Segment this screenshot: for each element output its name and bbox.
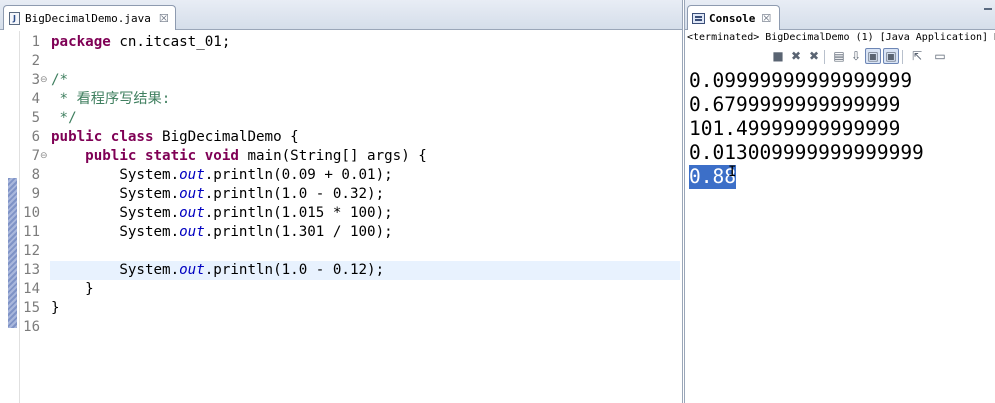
line-number: 6	[31, 129, 40, 145]
text-cursor-icon: I	[728, 164, 737, 180]
clear-console-button[interactable]: ▤	[831, 48, 847, 64]
console-output-line[interactable]: 101.49999999999999	[689, 117, 900, 141]
scroll-lock-button[interactable]: ⇩	[848, 48, 864, 64]
console-output[interactable]: 0.09999999999999999 0.6799999999999999 101…	[685, 68, 995, 403]
line-number: 7	[31, 148, 40, 164]
close-icon[interactable]: ☒	[159, 12, 169, 25]
line-number: 5	[31, 110, 40, 126]
line-number: 1	[31, 34, 40, 50]
line-number: 8	[31, 167, 40, 183]
line-number: 12	[23, 243, 40, 259]
code-line[interactable]: * 看程序写结果:	[51, 90, 171, 109]
code-area[interactable]: 1 package cn.itcast_01; 2 3 ⊖/* 4 * 看程序写结果: 5 …	[0, 31, 683, 403]
code-line[interactable]: public class BigDecimalDemo {	[51, 128, 299, 147]
console-tab-title: Console	[709, 11, 756, 25]
console-icon	[692, 12, 705, 24]
code-line[interactable]: /*	[51, 71, 68, 90]
console-output-line[interactable]: 0.09999999999999999	[689, 69, 912, 93]
line-number: 10	[23, 205, 40, 221]
line-number: 2	[31, 53, 40, 69]
code-line[interactable]: package cn.itcast_01;	[51, 33, 230, 52]
console-toolbar: ■ ✖ ✖ ▤ ⇩ ▣ ▣ ⇱ ▭	[685, 46, 995, 68]
console-tab-bar: Console ☒	[685, 0, 995, 30]
console-status: <terminated> BigDecimalDemo (1) [Java Ap…	[687, 32, 995, 43]
console-pane[interactable]: Console ☒ <terminated> BigDecimalDemo (1…	[684, 0, 995, 403]
code-line[interactable]: System.out.println(0.09 + 0.01);	[51, 166, 392, 185]
line-number: 3	[31, 72, 40, 88]
code-line[interactable]: System.out.println(1.015 * 100);	[51, 204, 392, 223]
code-line[interactable]: }	[51, 299, 60, 318]
code-line[interactable]: System.out.println(1.0 - 0.12);	[51, 261, 384, 280]
fold-toggle-icon[interactable]: ⊖	[40, 147, 48, 166]
remove-launch-button[interactable]: ✖	[788, 48, 804, 64]
editor-tab[interactable]: J BigDecimalDemo.java ☒	[3, 5, 176, 30]
display-selected-console-button[interactable]: ▭	[932, 48, 948, 64]
fold-toggle-icon[interactable]: ⊖	[40, 71, 48, 90]
console-output-line[interactable]: 0.013009999999999999	[689, 141, 924, 165]
editor-tab-title: BigDecimalDemo.java	[25, 11, 151, 25]
line-number: 16	[23, 319, 40, 335]
code-line[interactable]: }	[51, 280, 94, 299]
close-icon[interactable]: ☒	[761, 12, 771, 25]
code-line[interactable]: */	[51, 109, 77, 128]
line-number: 13	[23, 262, 40, 278]
java-file-icon: J	[9, 11, 20, 25]
show-console-stderr-button[interactable]: ▣	[883, 48, 899, 64]
line-number: 4	[31, 91, 40, 107]
code-line[interactable]: public static void main(String[] args) {	[51, 147, 427, 166]
line-number: 15	[23, 300, 40, 316]
console-tab[interactable]: Console ☒	[687, 5, 781, 30]
toolbar-separator	[824, 50, 825, 64]
editor-tab-bar: J BigDecimalDemo.java ☒	[0, 0, 682, 30]
code-line[interactable]: System.out.println(1.0 - 0.32);	[51, 185, 384, 204]
line-number: 9	[31, 186, 40, 202]
line-number: 11	[23, 224, 40, 240]
remove-all-terminated-button[interactable]: ✖	[806, 48, 822, 64]
line-number: 14	[23, 281, 40, 297]
code-line[interactable]: System.out.println(1.301 / 100);	[51, 223, 392, 242]
editor-pane[interactable]: J BigDecimalDemo.java ☒ 1 package cn.itca…	[0, 0, 683, 403]
console-output-line[interactable]: 0.6799999999999999	[689, 93, 900, 117]
pin-console-button[interactable]: ⇱	[909, 48, 925, 64]
show-console-stdout-button[interactable]: ▣	[865, 48, 881, 64]
minimize-icon[interactable]	[984, 8, 992, 11]
terminate-button[interactable]: ■	[770, 48, 786, 64]
toolbar-separator	[902, 50, 903, 64]
